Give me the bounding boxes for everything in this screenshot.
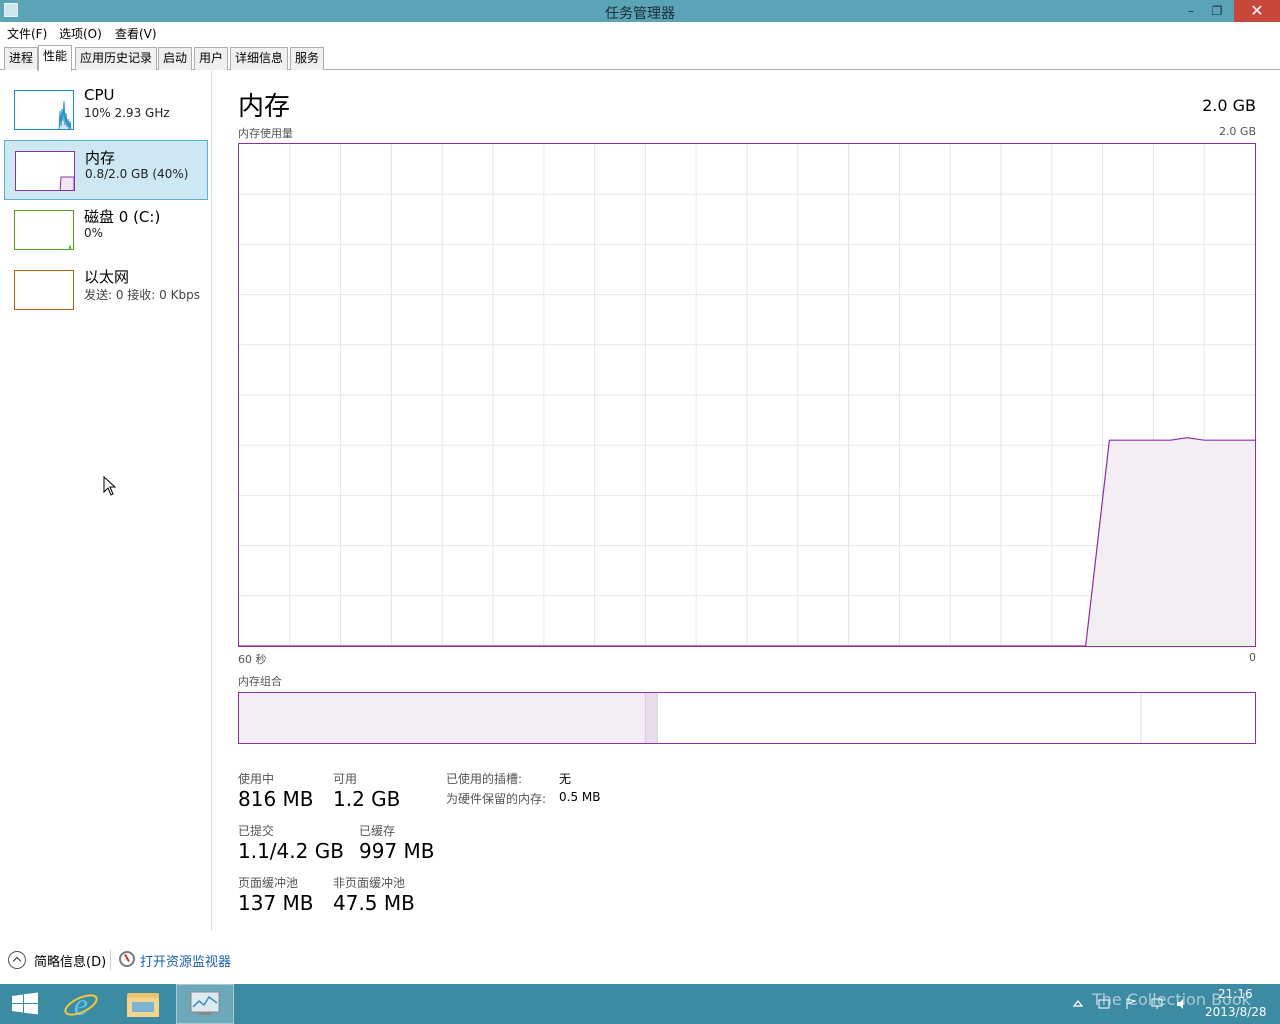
in-use-value: 816 MB [238, 787, 314, 811]
reserved-value: 0.5 MB [559, 790, 601, 804]
internet-explorer-button[interactable]: e [52, 984, 110, 1024]
chevron-up-icon[interactable] [8, 951, 26, 969]
menu-bar: 文件(F) 选项(O) 查看(V) [0, 22, 1280, 44]
memory-usage-chart [239, 144, 1255, 647]
cached-label: 已缓存 [359, 824, 396, 838]
tab-app-history[interactable]: 应用历史记录 [75, 47, 158, 70]
minimize-button[interactable]: – [1178, 0, 1204, 22]
committed-value: 1.1/4.2 GB [238, 839, 344, 863]
folder-icon [127, 993, 159, 1017]
resource-name: 以太网 [84, 268, 130, 286]
resource-name: 内存 [85, 149, 116, 167]
memory-capacity: 2.0 GB [1202, 96, 1256, 115]
memory-composition-bar [238, 692, 1256, 744]
tab-processes[interactable]: 进程 [4, 47, 39, 70]
page-title: 内存 [238, 92, 291, 122]
resource-item-cpu[interactable]: CPU 10% 2.93 GHz [4, 80, 208, 140]
show-hidden-icons-icon[interactable] [1072, 998, 1084, 1010]
memory-thumbnail-graph [15, 151, 75, 191]
resource-detail: 0.8/2.0 GB (40%) [85, 167, 189, 181]
internet-explorer-icon: e [64, 986, 98, 1022]
cpu-thumbnail-graph [14, 90, 74, 130]
window-title: 任务管理器 [605, 6, 675, 22]
resource-name: 磁盘 0 (C:) [84, 208, 161, 226]
start-button[interactable] [0, 984, 50, 1024]
taskbar: e 21:16 2013/8/28 [0, 984, 1280, 1024]
svg-text:e: e [74, 986, 88, 1022]
tab-startup[interactable]: 启动 [158, 47, 193, 70]
slots-label: 已使用的插槽: [446, 772, 523, 786]
axis-left-label: 60 秒 [238, 653, 267, 666]
available-value: 1.2 GB [333, 787, 401, 811]
mouse-cursor-icon [103, 476, 117, 496]
axis-right-label: 0 [1249, 651, 1256, 664]
composition-modified[interactable] [645, 693, 658, 743]
resource-detail: 0% [84, 226, 104, 240]
ethernet-thumbnail-graph [14, 270, 74, 310]
memory-usage-graph [238, 143, 1256, 647]
file-explorer-button[interactable] [114, 984, 172, 1024]
usage-graph-max: 2.0 GB [1218, 125, 1256, 138]
tab-details[interactable]: 详细信息 [230, 47, 289, 70]
paged-pool-label: 页面缓冲池 [238, 876, 299, 890]
resource-item-memory[interactable]: 内存 0.8/2.0 GB (40%) [4, 140, 208, 200]
divider [110, 950, 111, 970]
disk-thumbnail-graph [14, 210, 74, 250]
fewer-details-link[interactable]: 简略信息(D) [34, 951, 106, 970]
composition-in-use[interactable] [239, 693, 646, 743]
composition-free[interactable] [1141, 693, 1255, 743]
menu-view[interactable]: 查看(V) [115, 25, 157, 42]
resource-list: CPU 10% 2.93 GHz 内存 0.8/2.0 GB (40%) 磁盘 … [0, 71, 212, 931]
task-manager-button[interactable] [176, 984, 234, 1024]
resource-item-ethernet[interactable]: 以太网 发送: 0 接收: 0 Kbps [4, 260, 208, 320]
composition-label: 内存组合 [238, 675, 282, 688]
menu-file[interactable]: 文件(F) [7, 25, 47, 42]
watermark-text: The Collection Book [1092, 990, 1251, 1009]
committed-label: 已提交 [238, 824, 275, 838]
nonpaged-pool-label: 非页面缓冲池 [333, 876, 406, 890]
resource-name: CPU [84, 86, 115, 104]
paged-pool-value: 137 MB [238, 891, 314, 915]
tab-users[interactable]: 用户 [194, 47, 229, 70]
close-button[interactable]: ✕ [1234, 0, 1280, 22]
resource-detail: 发送: 0 接收: 0 Kbps [84, 288, 200, 302]
task-manager-icon [190, 991, 220, 1015]
tab-performance[interactable]: 性能 [38, 45, 73, 71]
open-resource-monitor-link[interactable]: 打开资源监视器 [140, 951, 231, 970]
tab-services[interactable]: 服务 [290, 47, 325, 70]
resource-item-disk[interactable]: 磁盘 0 (C:) 0% [4, 200, 208, 260]
reserved-label: 为硬件保留的内存: [446, 792, 547, 806]
available-label: 可用 [333, 772, 358, 786]
composition-standby[interactable] [657, 693, 1142, 743]
windows-logo-icon [12, 992, 38, 1015]
usage-graph-label: 内存使用量 [238, 127, 293, 140]
in-use-label: 使用中 [238, 772, 275, 786]
nonpaged-pool-value: 47.5 MB [333, 891, 415, 915]
slots-value: 无 [559, 772, 572, 786]
resource-detail: 10% 2.93 GHz [84, 106, 170, 120]
menu-options[interactable]: 选项(O) [59, 25, 102, 42]
restore-button[interactable]: ❐ [1204, 0, 1230, 22]
title-bar: 任务管理器 – ❐ ✕ [0, 0, 1280, 22]
tab-bar: 进程 性能 应用历史记录 启动 用户 详细信息 服务 [0, 44, 1280, 71]
memory-composition-chart [239, 693, 1255, 743]
resource-monitor-icon[interactable] [119, 951, 135, 967]
cached-value: 997 MB [359, 839, 435, 863]
bottom-bar: 简略信息(D) 打开资源监视器 [0, 940, 1280, 980]
